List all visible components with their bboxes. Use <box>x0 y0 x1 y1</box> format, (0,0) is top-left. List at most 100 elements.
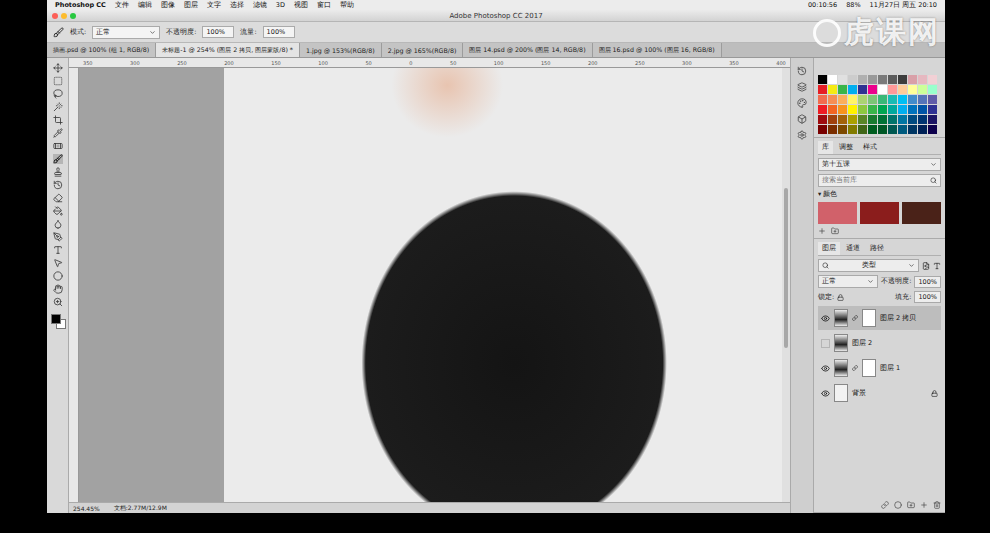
panel-tab[interactable]: 样式 <box>859 141 881 154</box>
library-color[interactable] <box>902 202 941 224</box>
history-icon[interactable] <box>797 66 807 76</box>
tool-button[interactable] <box>53 115 63 125</box>
bucket-icon[interactable] <box>53 206 63 216</box>
panel-tab[interactable]: 通道 <box>842 242 864 255</box>
flow-field[interactable]: 100% <box>263 26 295 38</box>
blur-icon[interactable] <box>53 219 63 229</box>
swatch[interactable] <box>908 85 917 94</box>
opacity-field[interactable]: 100% <box>914 276 941 288</box>
swatch[interactable] <box>868 95 877 104</box>
swatch[interactable] <box>898 85 907 94</box>
folder-icon[interactable] <box>831 227 839 235</box>
tool-button[interactable] <box>53 219 63 229</box>
swatch[interactable] <box>828 125 837 134</box>
swatch[interactable] <box>918 115 927 124</box>
panel-tab[interactable]: 库 <box>818 141 833 154</box>
swatch[interactable] <box>878 125 887 134</box>
swatch[interactable] <box>908 95 917 104</box>
swatch[interactable] <box>928 85 937 94</box>
photo[interactable] <box>224 68 782 502</box>
library-color[interactable] <box>818 202 857 224</box>
swatch[interactable] <box>818 115 827 124</box>
filter-image-icon[interactable] <box>922 262 930 270</box>
swatch[interactable] <box>868 125 877 134</box>
menu-item[interactable]: 选择 <box>230 1 244 10</box>
layer-row[interactable]: 图层 2 <box>818 331 941 355</box>
history-brush-icon[interactable] <box>53 180 63 190</box>
swatch[interactable] <box>928 125 937 134</box>
swatch[interactable] <box>868 75 877 84</box>
menu-item[interactable]: 视图 <box>294 1 308 10</box>
tool-button[interactable] <box>53 284 63 294</box>
mode-select[interactable]: 正常 <box>92 26 160 39</box>
tool-button[interactable] <box>53 128 63 138</box>
document-tab[interactable]: 未标题-1 @ 254% (图层 2 拷贝, 图层蒙版/8) * <box>156 43 300 57</box>
color-chips[interactable] <box>51 314 65 328</box>
library-dropdown[interactable]: 第十五课 <box>818 158 941 171</box>
swatch[interactable] <box>908 75 917 84</box>
tool-button[interactable] <box>53 154 63 164</box>
swatch[interactable] <box>848 95 857 104</box>
menu-item[interactable]: 图像 <box>161 1 175 10</box>
swatch[interactable] <box>818 105 827 114</box>
marquee-icon[interactable] <box>53 76 63 86</box>
menu-item[interactable]: 滤镜 <box>253 1 267 10</box>
tool-button[interactable] <box>53 63 63 73</box>
swatch[interactable] <box>818 85 827 94</box>
brush-icon[interactable] <box>53 27 64 38</box>
swatch[interactable] <box>868 85 877 94</box>
zoom-button[interactable] <box>70 13 76 19</box>
swatch[interactable] <box>918 75 927 84</box>
swatch[interactable] <box>918 95 927 104</box>
mask-icon[interactable] <box>894 501 902 509</box>
type-icon[interactable] <box>53 245 63 255</box>
swatch[interactable] <box>888 75 897 84</box>
swatch[interactable] <box>828 105 837 114</box>
swatch[interactable] <box>858 105 867 114</box>
mask-thumbnail[interactable] <box>862 309 876 327</box>
pen-icon[interactable] <box>53 232 63 242</box>
mask-thumbnail[interactable] <box>862 359 876 377</box>
tool-button[interactable] <box>53 167 63 177</box>
eyedropper-icon[interactable] <box>53 128 63 138</box>
stamp-icon[interactable] <box>53 167 63 177</box>
library-color[interactable] <box>860 202 899 224</box>
zoom-icon[interactable] <box>53 297 63 307</box>
swatch[interactable] <box>828 75 837 84</box>
plus-icon[interactable] <box>818 227 826 235</box>
swatch[interactable] <box>858 125 867 134</box>
swatch[interactable] <box>888 125 897 134</box>
swatch[interactable] <box>828 85 837 94</box>
colors-section[interactable]: ▾颜色 <box>818 190 941 199</box>
swatch[interactable] <box>918 125 927 134</box>
swatch[interactable] <box>908 125 917 134</box>
swatch[interactable] <box>908 115 917 124</box>
eye-icon[interactable] <box>821 314 830 323</box>
document-tab[interactable]: 图层 14.psd @ 200% (图层 14, RGB/8) <box>463 43 592 57</box>
swatch[interactable] <box>918 105 927 114</box>
swatch[interactable] <box>838 85 847 94</box>
swatch[interactable] <box>898 95 907 104</box>
swatch[interactable] <box>848 75 857 84</box>
swatch[interactable] <box>838 105 847 114</box>
tool-button[interactable] <box>53 258 63 268</box>
vertical-scrollbar[interactable] <box>782 68 790 502</box>
library-search[interactable]: 搜索当前库 <box>818 174 941 187</box>
swatch[interactable] <box>838 125 847 134</box>
swatch[interactable] <box>818 75 827 84</box>
swatch[interactable] <box>848 125 857 134</box>
layer-row[interactable]: 图层 2 拷贝 <box>818 306 941 330</box>
swatch[interactable] <box>828 115 837 124</box>
swatch[interactable] <box>848 85 857 94</box>
menu-item[interactable]: 3D <box>276 1 285 9</box>
swatch[interactable] <box>888 115 897 124</box>
layers-icon[interactable] <box>797 82 807 92</box>
swatch[interactable] <box>928 75 937 84</box>
box-icon[interactable] <box>797 114 807 124</box>
eye-icon[interactable] <box>821 389 830 398</box>
swatch[interactable] <box>928 95 937 104</box>
swatch[interactable] <box>888 95 897 104</box>
ellipse-icon[interactable] <box>53 271 63 281</box>
scroll-thumb[interactable] <box>784 188 788 348</box>
swatch[interactable] <box>848 115 857 124</box>
